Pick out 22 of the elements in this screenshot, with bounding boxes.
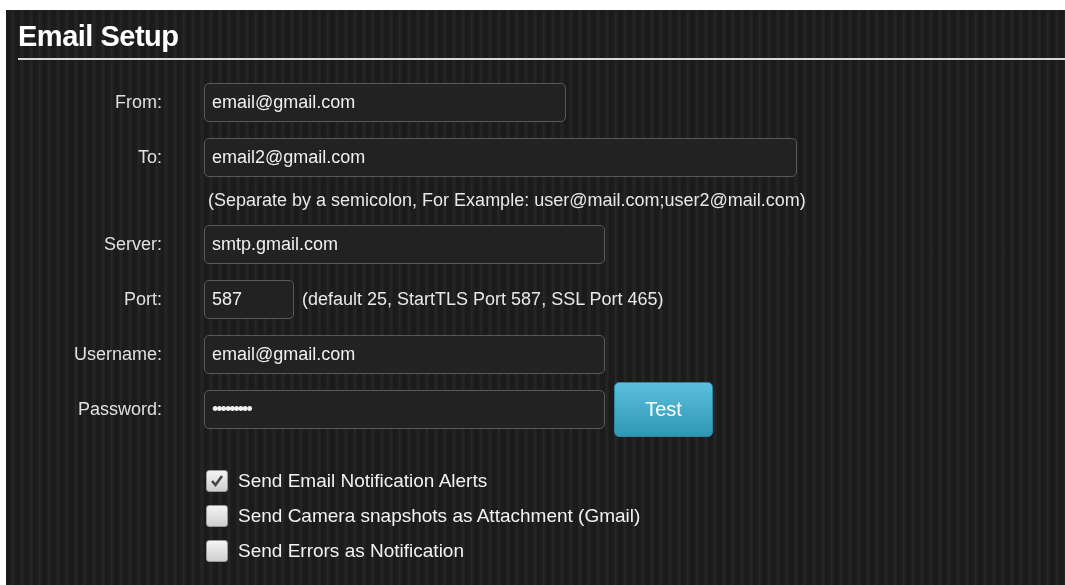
checkbox-label: Send Camera snapshots as Attachment (Gmail): [238, 503, 641, 528]
input-field[interactable]: email@gmail.com: [204, 82, 566, 122]
input-field[interactable]: email2@gmail.com: [204, 137, 797, 177]
checkbox[interactable]: [206, 540, 228, 562]
input-field[interactable]: 587: [204, 279, 294, 319]
checkbox[interactable]: [206, 505, 228, 527]
field-label: Username:: [72, 342, 163, 366]
checkbox-label: Send Email Notification Alerts: [238, 468, 488, 493]
field-label: From:: [114, 90, 163, 114]
check-icon: [210, 474, 224, 488]
field-label: Server:: [102, 232, 163, 256]
checkbox-label: Send Errors as Notification: [238, 538, 464, 563]
checkbox[interactable]: [206, 470, 228, 492]
input-field[interactable]: email@gmail.com: [204, 334, 605, 374]
page-title: Email Setup: [18, 19, 180, 54]
field-label: To:: [137, 145, 163, 169]
password-field[interactable]: •••••••••: [204, 389, 605, 429]
field-label: Port:: [123, 287, 163, 311]
field-label: Password:: [76, 397, 163, 421]
hint-text: (Separate by a semicolon, For Example: user@mail.com;user2@mail.com): [207, 189, 807, 212]
input-field[interactable]: smtp.gmail.com: [204, 224, 605, 264]
hint-text: (default 25, StartTLS Port 587, SSL Port 465): [302, 287, 664, 311]
